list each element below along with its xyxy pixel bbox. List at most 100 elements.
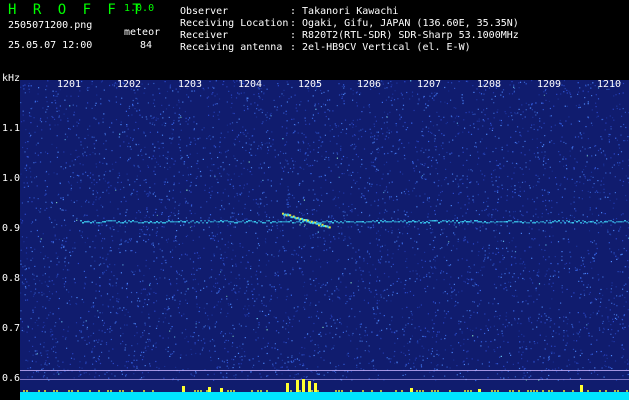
power-meter-tick	[449, 390, 451, 392]
power-meter-tick	[110, 390, 112, 392]
carrier-trace-segment	[586, 222, 588, 224]
carrier-trace-segment	[154, 222, 156, 224]
carrier-trace-segment	[548, 222, 550, 224]
carrier-trace-segment	[404, 220, 406, 222]
spectrogram-canvas	[20, 80, 629, 400]
carrier-trace-segment	[258, 220, 260, 222]
carrier-trace-segment	[492, 221, 494, 223]
carrier-trace-segment	[526, 222, 528, 224]
power-meter-tick	[626, 390, 628, 392]
carrier-trace-segment	[442, 220, 444, 222]
carrier-trace-segment	[100, 222, 102, 224]
carrier-trace-segment	[86, 221, 88, 223]
power-meter-tick	[257, 390, 259, 392]
carrier-trace-segment	[374, 221, 376, 223]
carrier-trace-segment	[288, 221, 290, 223]
carrier-trace-segment	[412, 220, 414, 222]
carrier-trace-segment	[276, 222, 278, 224]
x-tick-label: 1209	[537, 79, 562, 90]
power-meter-tick	[290, 390, 292, 392]
carrier-trace-segment	[124, 221, 126, 223]
carrier-trace-segment	[420, 222, 422, 224]
noise-speckle-layer	[20, 80, 629, 382]
power-meter-tick	[98, 390, 100, 392]
power-meter-tick	[479, 390, 481, 392]
power-meter-tick	[605, 390, 607, 392]
carrier-trace-segment	[608, 220, 610, 222]
carrier-trace-segment	[332, 222, 334, 224]
carrier-trace-segment	[626, 221, 628, 223]
meteor-echo-dot	[319, 223, 322, 225]
carrier-trace-segment	[204, 220, 206, 222]
power-meter-tick	[530, 390, 532, 392]
carrier-trace-segment	[570, 222, 572, 224]
carrier-trace-segment	[352, 221, 354, 223]
carrier-trace-segment	[162, 222, 164, 224]
carrier-trace-segment	[190, 221, 192, 223]
power-meter-tick	[77, 390, 79, 392]
carrier-trace-segment	[408, 221, 410, 223]
carrier-trace-segment	[176, 221, 178, 223]
carrier-trace-segment	[126, 222, 128, 224]
carrier-trace-segment	[286, 221, 288, 223]
carrier-trace-segment	[436, 220, 438, 222]
carrier-trace-segment	[264, 222, 266, 224]
carrier-trace-segment	[488, 222, 490, 224]
carrier-trace-segment	[522, 222, 524, 224]
carrier-trace-segment	[386, 221, 388, 223]
carrier-trace-segment	[228, 221, 230, 223]
power-meter-tick	[122, 390, 124, 392]
carrier-trace-segment	[472, 222, 474, 224]
carrier-trace-segment	[252, 221, 254, 223]
carrier-trace-segment	[340, 221, 342, 223]
carrier-trace-segment	[234, 222, 236, 224]
carrier-trace-segment	[606, 221, 608, 223]
power-meter-spike	[296, 380, 299, 392]
carrier-trace-segment	[476, 220, 478, 222]
power-meter-tick	[401, 390, 403, 392]
power-meter-tick	[251, 390, 253, 392]
carrier-trace-segment	[604, 221, 606, 223]
carrier-trace-segment	[414, 221, 416, 223]
carrier-trace-segment	[170, 221, 172, 223]
carrier-trace-segment	[444, 220, 446, 222]
carrier-trace-segment	[224, 220, 226, 222]
carrier-trace-segment	[506, 221, 508, 223]
carrier-trace-segment	[214, 220, 216, 222]
carrier-trace-segment	[598, 222, 600, 224]
y-tick-label: 0.9	[2, 223, 21, 234]
carrier-trace-segment	[532, 222, 534, 224]
carrier-trace-segment	[166, 221, 168, 223]
carrier-trace-segment	[588, 221, 590, 223]
carrier-trace-segment	[98, 222, 100, 224]
y-tick-label: 0.7	[2, 323, 21, 334]
x-tick-label: 1201	[57, 79, 82, 90]
carrier-trace-segment	[582, 220, 584, 222]
carrier-trace-segment	[184, 221, 186, 223]
carrier-trace-segment	[142, 222, 144, 224]
carrier-trace-segment	[194, 222, 196, 224]
carrier-trace-segment	[104, 221, 106, 223]
power-meter-tick	[536, 390, 538, 392]
carrier-trace-segment	[244, 222, 246, 224]
carrier-trace-segment	[106, 220, 108, 222]
carrier-trace-segment	[150, 221, 152, 223]
carrier-trace-segment	[90, 222, 92, 224]
carrier-trace-segment	[262, 222, 264, 224]
carrier-trace-segment	[590, 221, 592, 223]
observer-label: Observer	[180, 6, 229, 17]
carrier-trace-segment	[576, 221, 578, 223]
carrier-trace-segment	[428, 222, 430, 224]
carrier-trace-segment	[474, 220, 476, 222]
carrier-trace-segment	[384, 220, 386, 222]
carrier-trace-segment	[574, 220, 576, 222]
spectrogram-waterfall	[20, 80, 629, 400]
carrier-trace-segment	[356, 221, 358, 223]
carrier-trace-segment	[462, 221, 464, 223]
power-meter-tick	[143, 390, 145, 392]
power-meter-spike	[286, 383, 289, 392]
power-meter-spike	[220, 388, 223, 392]
carrier-trace-segment	[324, 221, 326, 223]
power-meter-tick	[434, 390, 436, 392]
carrier-trace-segment	[368, 221, 370, 223]
